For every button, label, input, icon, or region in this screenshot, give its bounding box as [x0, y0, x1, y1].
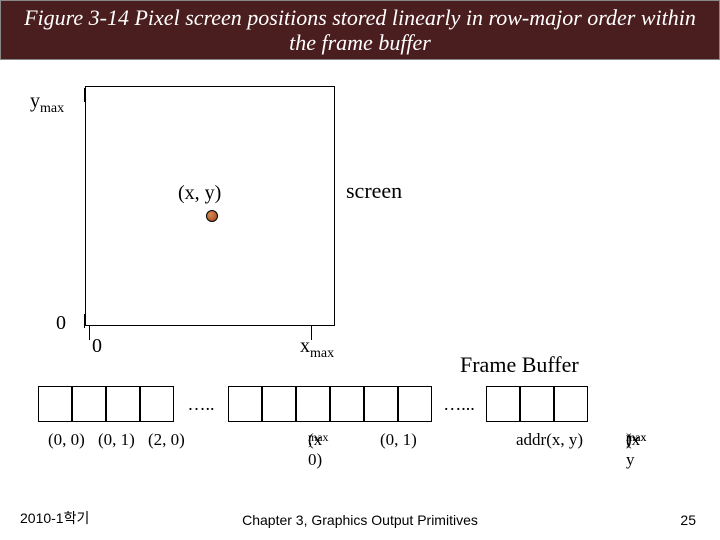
xmax-base: x — [300, 335, 310, 357]
buffer-cell — [38, 386, 72, 422]
buffer-cell — [364, 386, 398, 422]
buffer-cell — [554, 386, 588, 422]
buffer-cell — [398, 386, 432, 422]
buffer-cell — [486, 386, 520, 422]
buffer-cell — [106, 386, 140, 422]
buffer-cell — [140, 386, 174, 422]
buffer-cell — [330, 386, 364, 422]
buffer-cell — [296, 386, 330, 422]
ellipsis-right: …... — [432, 386, 486, 422]
screen-box — [85, 86, 335, 326]
buffer-cell — [262, 386, 296, 422]
axis-label-zero-x: 0 — [92, 335, 102, 358]
ymax-base: y — [30, 90, 40, 112]
addr-xy: addr(x, y) — [516, 430, 583, 450]
tick — [84, 314, 85, 328]
figure-title: Figure 3-14 Pixel screen positions store… — [11, 5, 709, 56]
label-pixel-xy: (x, y) — [178, 182, 221, 205]
addr-0-1b: (0, 1) — [380, 430, 417, 450]
ymax-sub: max — [40, 101, 64, 116]
pixel-dot-icon — [206, 210, 218, 222]
footer-center: Chapter 3, Graphics Output Primitives — [0, 512, 720, 528]
tick — [84, 88, 85, 102]
label-frame-buffer: Frame Buffer — [460, 352, 579, 378]
xmax-sub: max — [310, 346, 334, 361]
ellipsis-left: ….. — [174, 386, 228, 422]
addr-0-0: (0, 0) — [48, 430, 85, 450]
addr-2-0: (2, 0) — [148, 430, 185, 450]
axis-label-xmax: xmax — [300, 335, 334, 362]
footer-page: 25 — [680, 512, 696, 528]
axis-label-ymax: ymax — [30, 90, 64, 117]
axis-label-zero-y: 0 — [56, 312, 66, 335]
addr-xmax0-post: , 0) — [308, 430, 322, 470]
buffer-cell — [520, 386, 554, 422]
tick — [89, 326, 90, 340]
frame-buffer-row: ….. …... — [38, 386, 588, 422]
buffer-cell — [72, 386, 106, 422]
label-screen: screen — [346, 178, 402, 204]
amm-post: ) — [626, 430, 632, 450]
addr-0-1: (0, 1) — [98, 430, 135, 450]
tick — [311, 326, 312, 340]
buffer-cell — [228, 386, 262, 422]
figure-title-bar: Figure 3-14 Pixel screen positions store… — [0, 0, 720, 60]
